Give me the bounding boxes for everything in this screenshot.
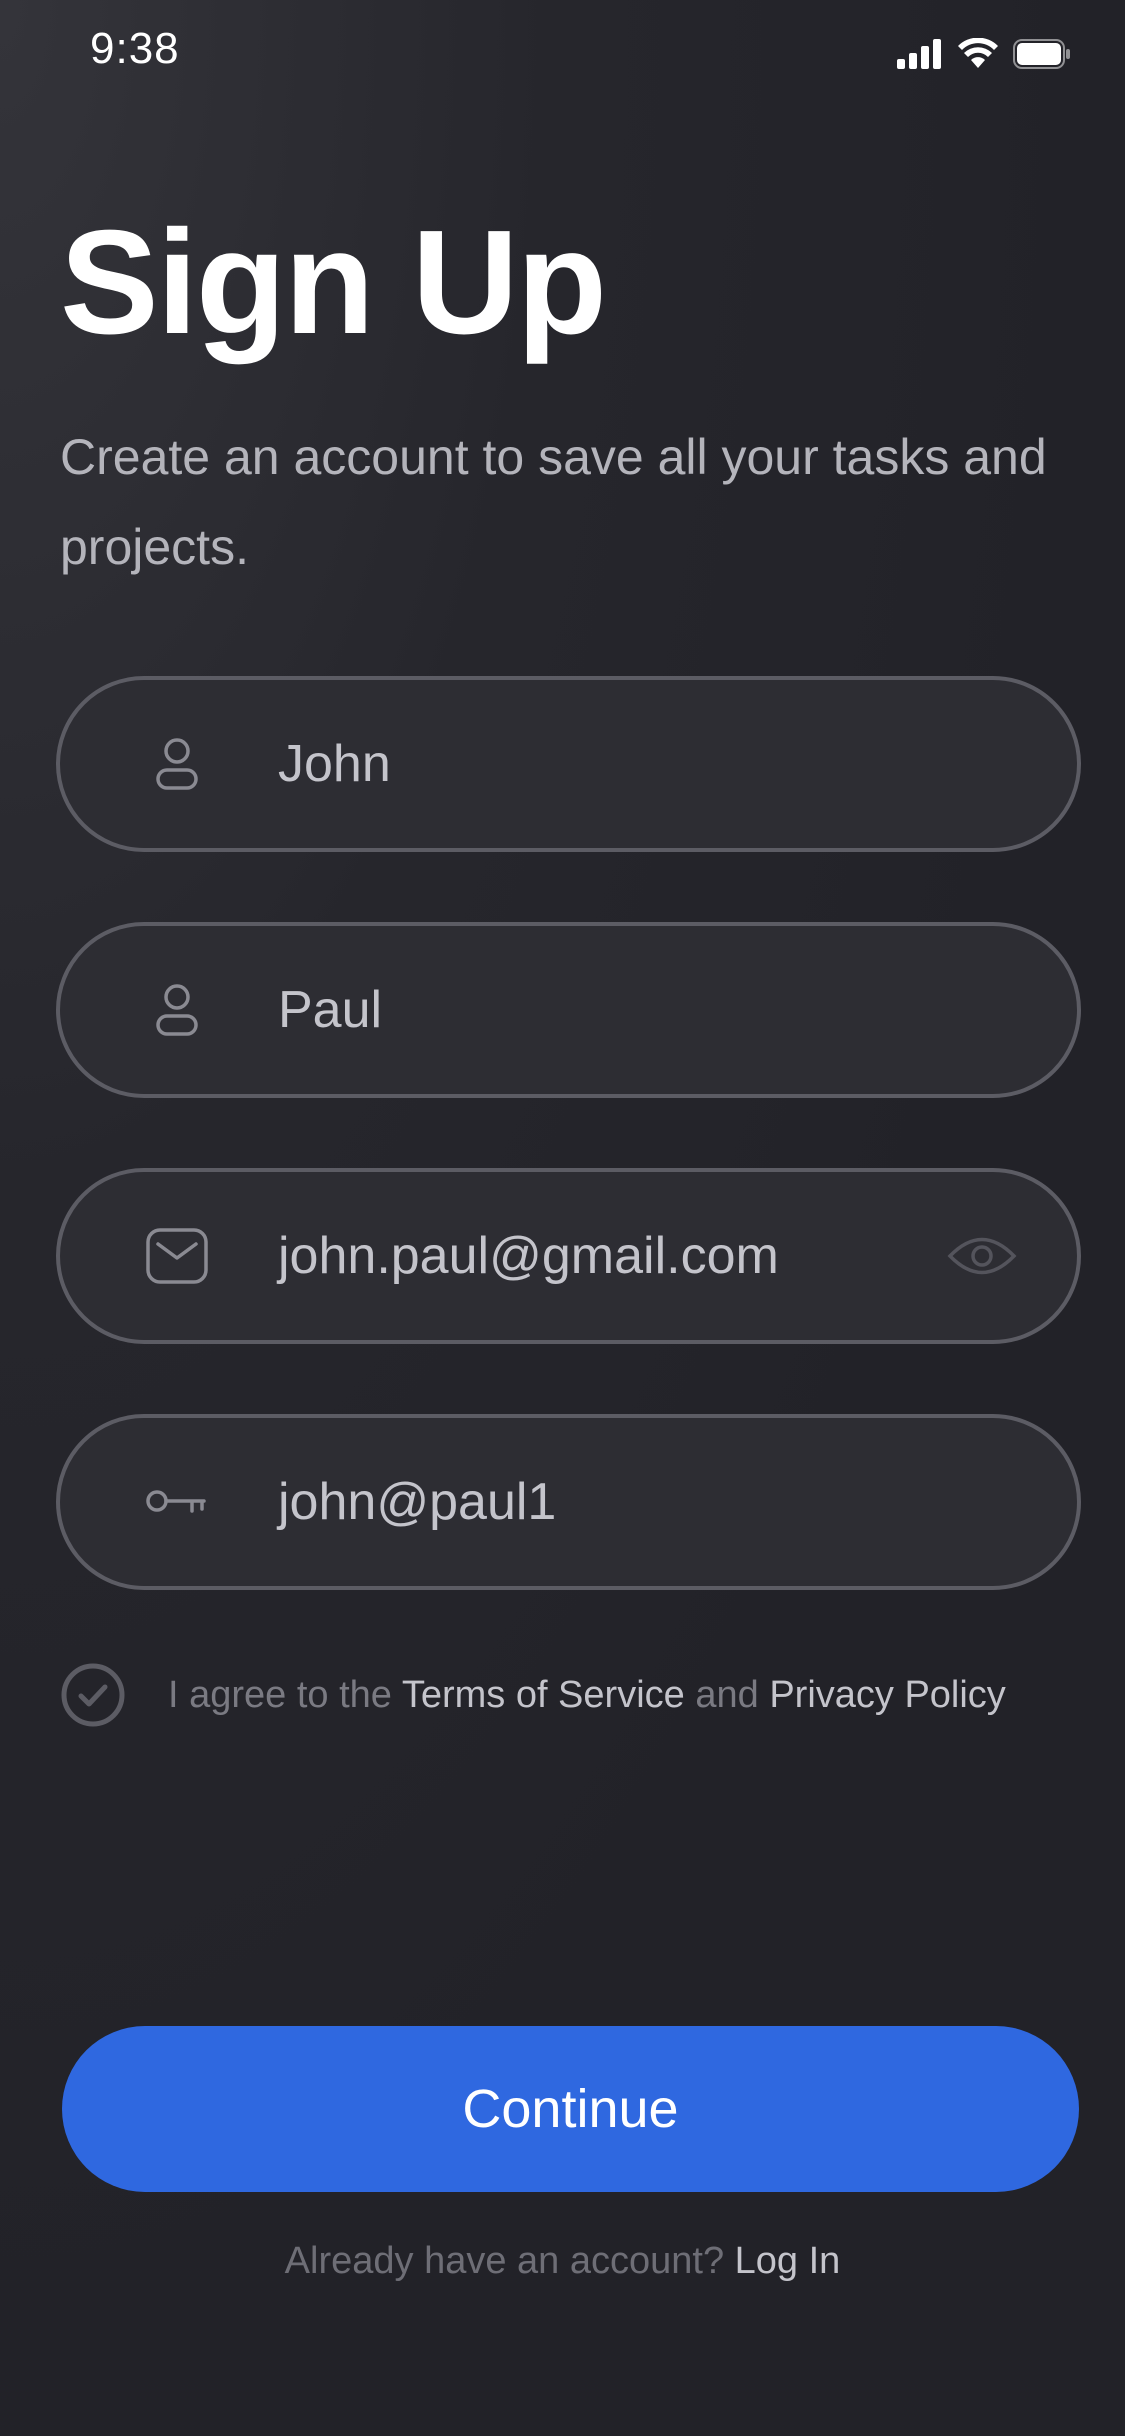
terms-agreement: I agree to the Terms of Service and Priv…: [60, 1662, 1006, 1728]
email-value[interactable]: john.paul@gmail.com: [278, 1226, 779, 1286]
login-prompt-text: Already have an account?: [284, 2240, 735, 2282]
person-icon: [144, 977, 210, 1043]
cellular-signal-icon: [897, 39, 941, 69]
key-icon: [144, 1469, 210, 1535]
continue-button[interactable]: Continue: [62, 2026, 1079, 2192]
mail-icon: [144, 1223, 210, 1289]
email-field[interactable]: john.paul@gmail.com: [56, 1168, 1081, 1344]
status-icons: [897, 38, 1071, 70]
terms-conjunction: and: [684, 1673, 770, 1716]
page-subtitle: Create an account to save all your tasks…: [60, 429, 1047, 575]
login-prompt: Already have an account? Log In: [0, 2240, 1125, 2283]
eye-icon[interactable]: [947, 1231, 1017, 1281]
terms-prefix: I agree to the: [168, 1673, 402, 1716]
status-time: 9:38: [90, 24, 180, 73]
last-name-value[interactable]: Paul: [278, 980, 382, 1040]
page-title: Sign Up: [60, 200, 607, 365]
password-field[interactable]: john@paul1: [56, 1414, 1081, 1590]
terms-agreement-text: I agree to the Terms of Service and Priv…: [168, 1674, 1006, 1717]
log-in-link[interactable]: Log In: [735, 2240, 841, 2282]
last-name-field[interactable]: Paul: [56, 922, 1081, 1098]
status-bar: 9:38: [0, 0, 1125, 110]
battery-icon: [1013, 39, 1070, 69]
password-value[interactable]: john@paul1: [278, 1472, 556, 1532]
first-name-field[interactable]: John: [56, 676, 1081, 852]
first-name-value[interactable]: John: [278, 734, 391, 794]
wifi-icon: [958, 38, 998, 68]
privacy-policy-link[interactable]: Privacy Policy: [769, 1674, 1006, 1716]
checkbox-check-icon[interactable]: [60, 1662, 126, 1728]
person-icon: [144, 731, 210, 797]
terms-of-service-link[interactable]: Terms of Service: [402, 1674, 685, 1716]
